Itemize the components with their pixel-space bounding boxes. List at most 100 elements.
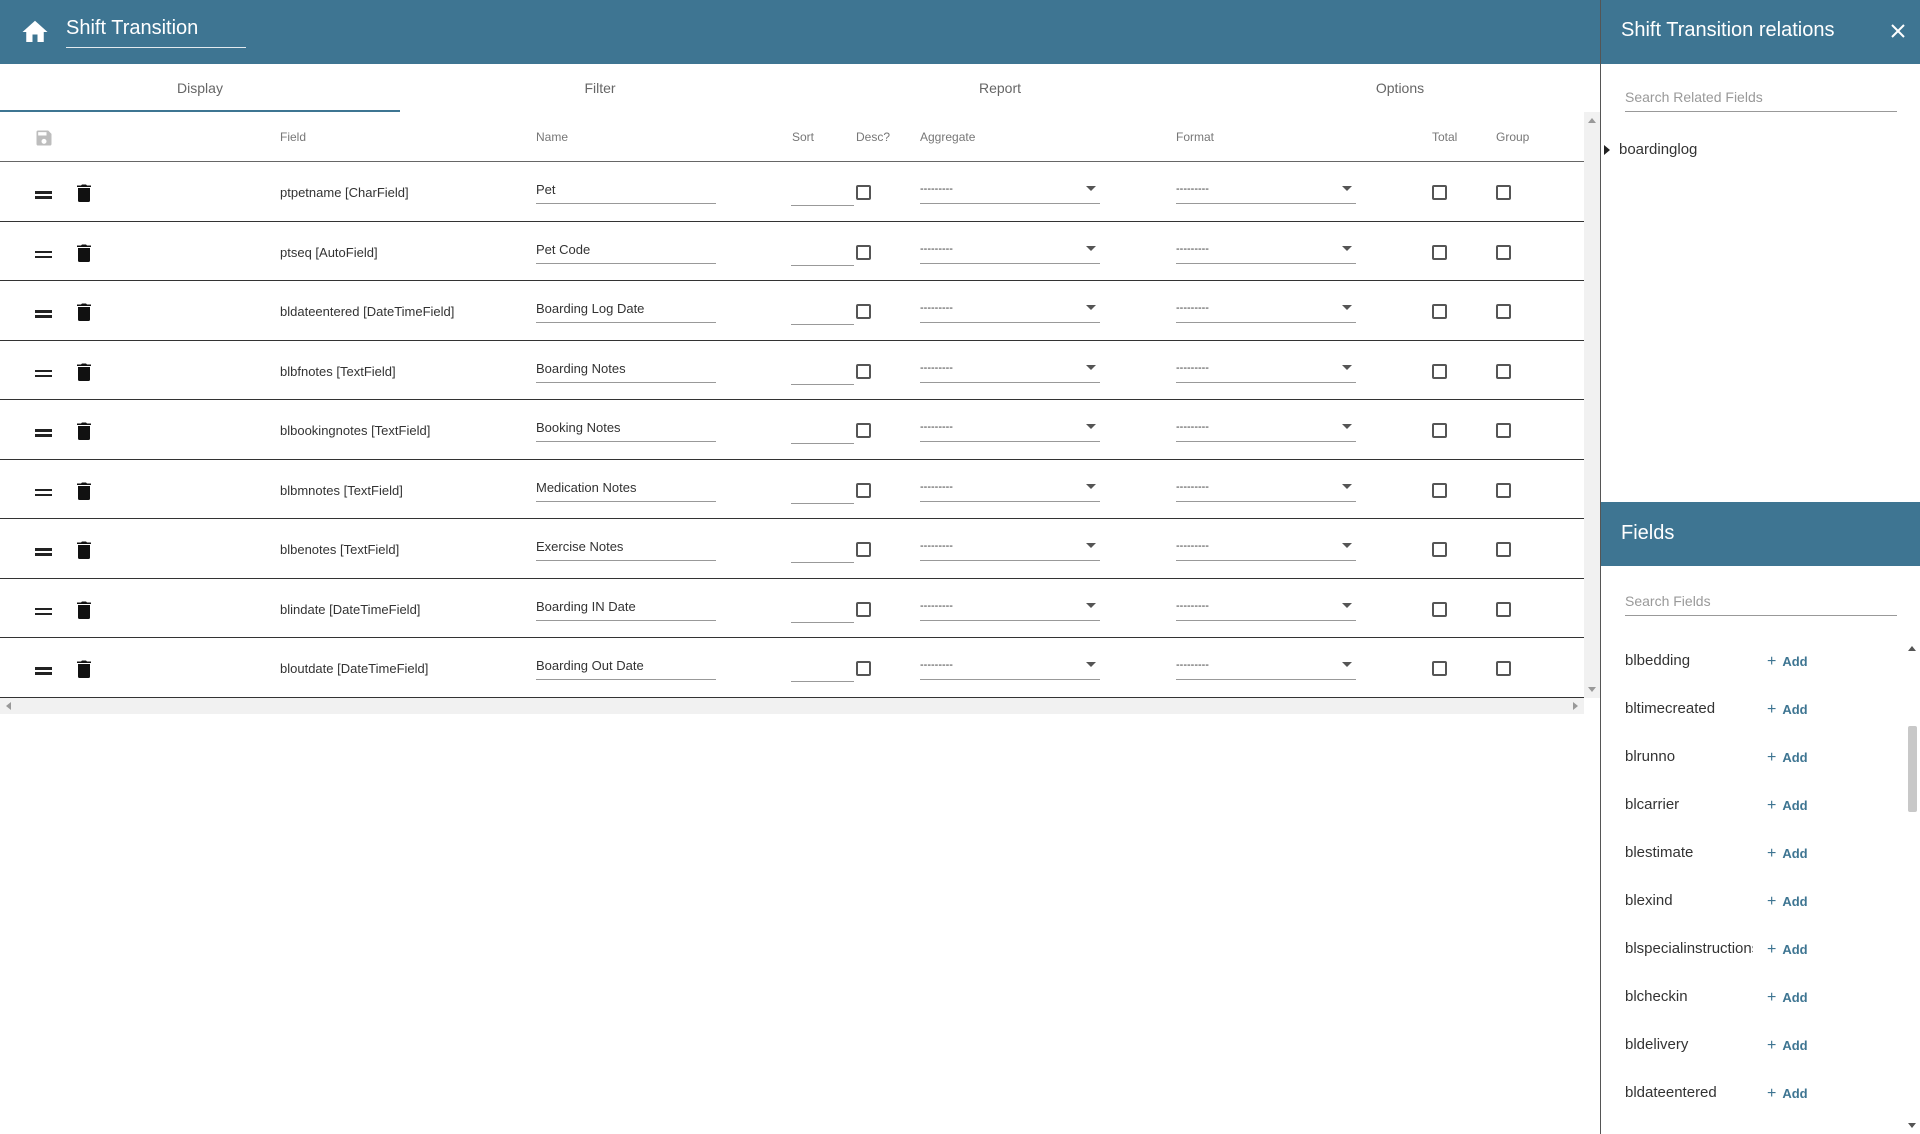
group-checkbox[interactable]	[1496, 244, 1511, 260]
sort-input[interactable]	[791, 480, 854, 504]
display-name-input[interactable]: Booking Notes	[536, 418, 716, 442]
sort-input[interactable]	[791, 599, 854, 623]
total-checkbox[interactable]	[1432, 363, 1447, 379]
total-checkbox[interactable]	[1432, 244, 1447, 260]
trash-icon[interactable]	[77, 422, 91, 440]
total-checkbox[interactable]	[1432, 185, 1447, 200]
display-name-input[interactable]: Pet	[536, 180, 716, 204]
drag-handle-icon[interactable]	[35, 667, 52, 675]
add-field-button[interactable]: +Add	[1761, 696, 1814, 724]
sort-input[interactable]	[791, 361, 854, 385]
add-field-button[interactable]: +Add	[1761, 1032, 1814, 1060]
desc-checkbox[interactable]	[856, 661, 871, 676]
format-select[interactable]: ---------	[1176, 478, 1356, 502]
trash-icon[interactable]	[77, 244, 91, 262]
sort-input[interactable]	[791, 301, 854, 325]
total-checkbox[interactable]	[1432, 601, 1447, 617]
display-name-input[interactable]: Medication Notes	[536, 478, 716, 502]
add-field-button[interactable]: +Add	[1761, 888, 1814, 916]
trash-icon[interactable]	[77, 184, 91, 202]
total-checkbox[interactable]	[1432, 304, 1447, 319]
scroll-up-arrow-icon[interactable]	[1588, 118, 1596, 123]
desc-checkbox[interactable]	[856, 482, 871, 498]
search-related-fields-input[interactable]: Search Related Fields	[1625, 82, 1897, 112]
desc-checkbox[interactable]	[856, 423, 871, 438]
group-checkbox[interactable]	[1496, 482, 1511, 498]
display-name-input[interactable]: Boarding Out Date	[536, 656, 716, 680]
group-checkbox[interactable]	[1496, 661, 1511, 676]
add-field-button[interactable]: +Add	[1761, 840, 1814, 868]
add-field-button[interactable]: +Add	[1761, 1080, 1814, 1108]
scroll-right-arrow-icon[interactable]	[1573, 702, 1578, 710]
drag-handle-icon[interactable]	[35, 191, 52, 199]
group-checkbox[interactable]	[1496, 304, 1511, 319]
desc-checkbox[interactable]	[856, 363, 871, 379]
format-select[interactable]: ---------	[1176, 240, 1356, 264]
format-select[interactable]: ---------	[1176, 299, 1356, 323]
format-select[interactable]: ---------	[1176, 418, 1356, 442]
display-name-input[interactable]: Boarding Log Date	[536, 299, 716, 323]
drag-handle-icon[interactable]	[35, 310, 52, 318]
tab-display[interactable]: Display	[0, 64, 400, 112]
add-field-button[interactable]: +Add	[1761, 936, 1814, 964]
drag-handle-icon[interactable]	[35, 429, 52, 437]
drag-handle-icon[interactable]	[35, 548, 52, 556]
trash-icon[interactable]	[77, 303, 91, 321]
table-horizontal-scrollbar[interactable]	[0, 698, 1584, 714]
total-checkbox[interactable]	[1432, 423, 1447, 438]
trash-icon[interactable]	[77, 482, 91, 500]
sort-input[interactable]	[791, 539, 854, 563]
add-field-button[interactable]: +Add	[1761, 1128, 1814, 1134]
drag-handle-icon[interactable]	[35, 250, 52, 259]
aggregate-select[interactable]: ---------	[920, 299, 1100, 323]
tab-report[interactable]: Report	[800, 64, 1200, 112]
aggregate-select[interactable]: ---------	[920, 240, 1100, 264]
scroll-down-arrow-icon[interactable]	[1588, 687, 1596, 692]
aggregate-select[interactable]: ---------	[920, 597, 1100, 621]
total-checkbox[interactable]	[1432, 482, 1447, 498]
desc-checkbox[interactable]	[856, 542, 871, 557]
group-checkbox[interactable]	[1496, 185, 1511, 200]
format-select[interactable]: ---------	[1176, 537, 1356, 561]
desc-checkbox[interactable]	[856, 185, 871, 200]
tab-filter[interactable]: Filter	[400, 64, 800, 112]
display-name-input[interactable]: Exercise Notes	[536, 537, 716, 561]
save-icon[interactable]	[34, 128, 54, 148]
add-field-button[interactable]: +Add	[1761, 792, 1814, 820]
trash-icon[interactable]	[77, 541, 91, 559]
scroll-down-arrow-icon[interactable]	[1908, 1123, 1916, 1128]
add-field-button[interactable]: +Add	[1761, 984, 1814, 1012]
drag-handle-icon[interactable]	[35, 488, 52, 497]
aggregate-select[interactable]: ---------	[920, 656, 1100, 680]
sort-input[interactable]	[791, 420, 854, 444]
tab-options[interactable]: Options	[1200, 64, 1600, 112]
add-field-button[interactable]: +Add	[1761, 648, 1814, 676]
desc-checkbox[interactable]	[856, 601, 871, 617]
trash-icon[interactable]	[77, 660, 91, 678]
aggregate-select[interactable]: ---------	[920, 478, 1100, 502]
aggregate-select[interactable]: ---------	[920, 180, 1100, 204]
display-name-input[interactable]: Pet Code	[536, 240, 716, 264]
desc-checkbox[interactable]	[856, 304, 871, 319]
display-name-input[interactable]: Boarding Notes	[536, 359, 716, 383]
field-list-scrollbar[interactable]	[1905, 638, 1919, 1134]
aggregate-select[interactable]: ---------	[920, 418, 1100, 442]
format-select[interactable]: ---------	[1176, 656, 1356, 680]
trash-icon[interactable]	[77, 601, 91, 619]
total-checkbox[interactable]	[1432, 661, 1447, 676]
aggregate-select[interactable]: ---------	[920, 359, 1100, 383]
scroll-up-arrow-icon[interactable]	[1908, 646, 1916, 651]
drag-handle-icon[interactable]	[35, 369, 52, 378]
table-vertical-scrollbar[interactable]	[1584, 112, 1600, 698]
close-icon[interactable]	[1891, 24, 1905, 38]
group-checkbox[interactable]	[1496, 363, 1511, 379]
format-select[interactable]: ---------	[1176, 180, 1356, 204]
add-field-button[interactable]: +Add	[1761, 744, 1814, 772]
group-checkbox[interactable]	[1496, 423, 1511, 438]
group-checkbox[interactable]	[1496, 601, 1511, 617]
sort-input[interactable]	[791, 182, 854, 206]
sort-input[interactable]	[791, 242, 854, 266]
drag-handle-icon[interactable]	[35, 607, 52, 616]
report-title-input[interactable]: Shift Transition	[66, 12, 246, 48]
display-name-input[interactable]: Boarding IN Date	[536, 597, 716, 621]
